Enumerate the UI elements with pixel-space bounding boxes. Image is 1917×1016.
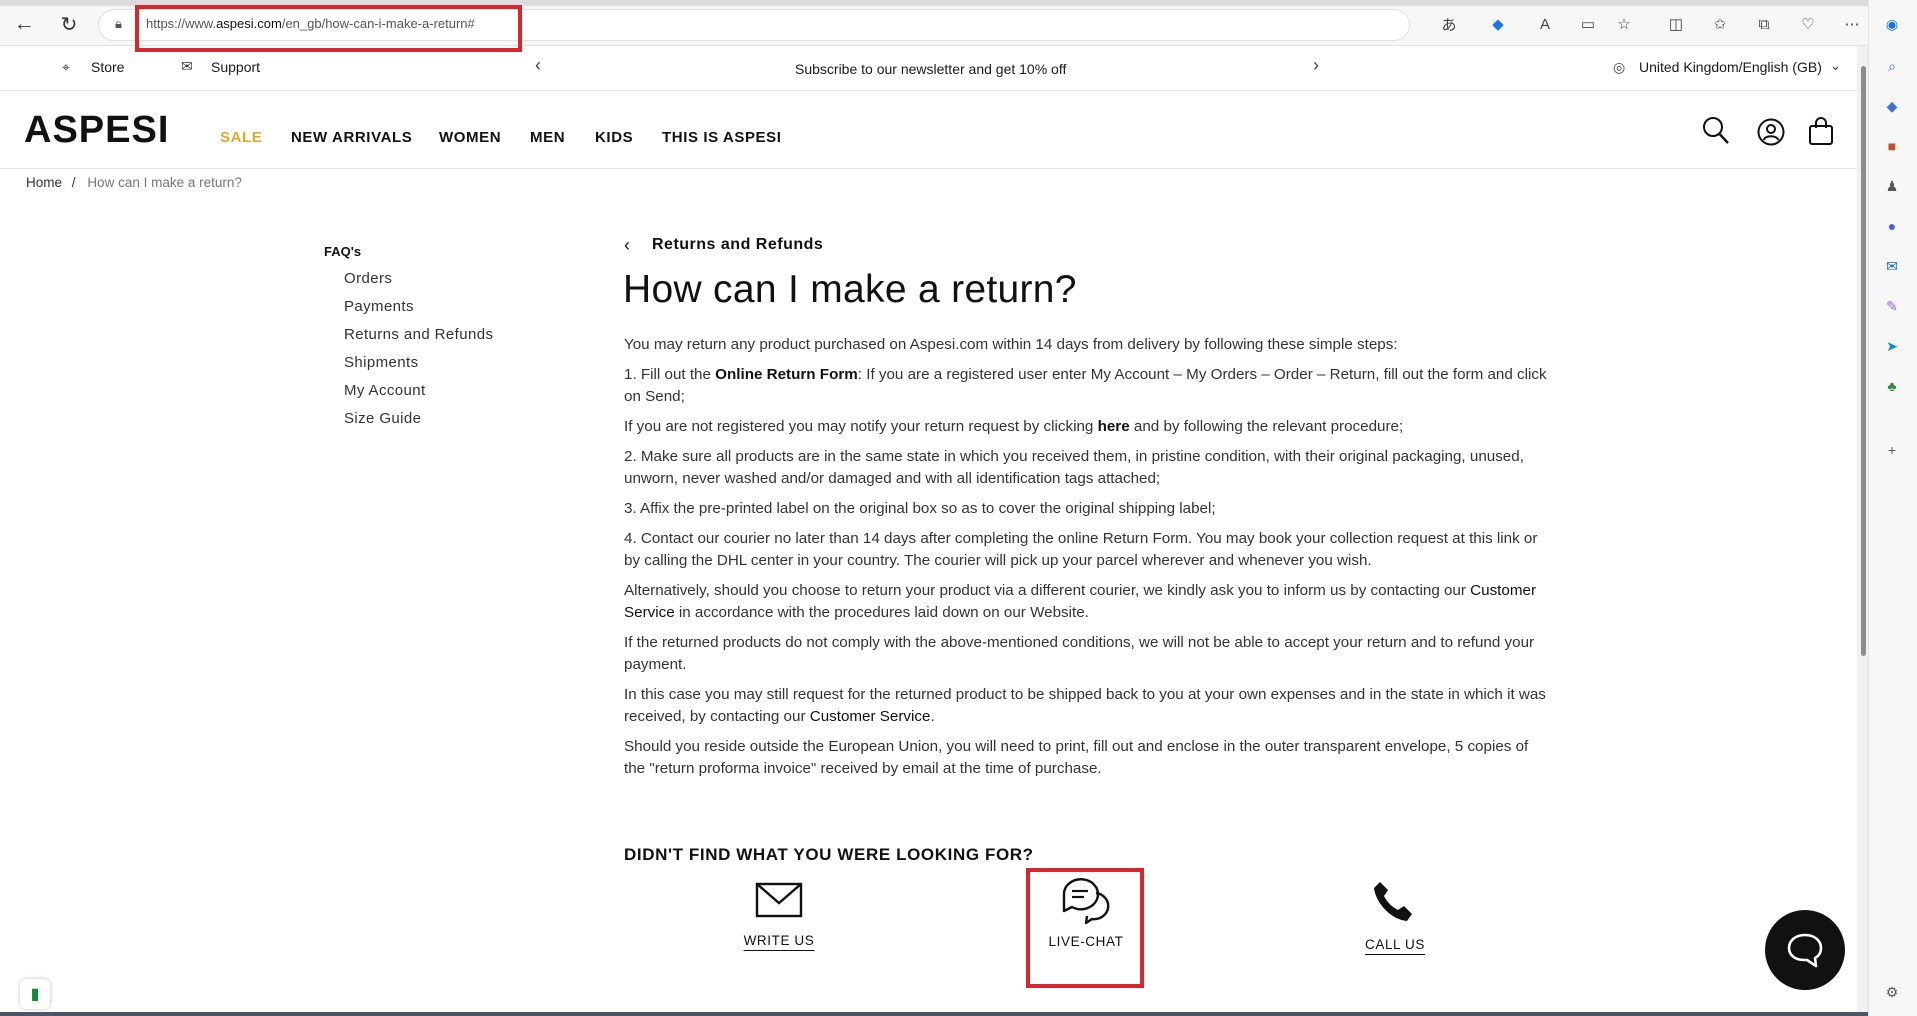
read-aloud-icon[interactable]: A (1535, 14, 1555, 34)
search-sidebar-icon[interactable]: ⌕ (1882, 56, 1902, 76)
send-icon[interactable]: ➤ (1882, 336, 1902, 356)
locale-selector[interactable]: United Kingdom/English (GB) (1639, 59, 1822, 75)
notreg-text-pre: If you are not registered you may notify… (624, 418, 1098, 435)
globe-icon: ◎ (1613, 59, 1626, 75)
chevron-down-icon[interactable]: ⌄ (1830, 58, 1841, 74)
help-title: DIDN'T FIND WHAT YOU WERE LOOKING FOR? (624, 845, 1034, 864)
call-us-button[interactable]: CALL US (1325, 880, 1465, 954)
mail-icon: ✉ (181, 58, 193, 74)
faq-link-orders[interactable]: Orders (344, 270, 392, 287)
ship-back-paragraph: In this case you may still request for t… (624, 684, 1549, 728)
nav-men[interactable]: MEN (530, 129, 565, 146)
not-registered-paragraph: If you are not registered you may notify… (624, 416, 1549, 438)
promo-next-chevron-icon[interactable]: › (1313, 55, 1319, 76)
live-chat-highlight-box (1026, 868, 1144, 988)
breadcrumb: Home / How can I make a return? (26, 175, 242, 190)
refresh-icon[interactable]: ↻ (57, 12, 81, 36)
shopping-bag-icon[interactable] (1808, 116, 1834, 146)
step3-paragraph: 3. Affix the pre-printed label on the or… (624, 500, 1216, 517)
collections-icon[interactable]: ⧉ (1754, 14, 1774, 34)
back-arrow-icon[interactable]: ← (12, 12, 36, 36)
taskbar-edge (0, 1012, 1868, 1016)
reader-view-icon[interactable]: ▭ (1578, 14, 1598, 34)
alt-text-post: in accordance with the procedures laid d… (674, 604, 1089, 621)
phone-icon (1374, 882, 1412, 921)
lock-icon[interactable]: 🔒︎ (115, 16, 122, 32)
shipback-text-pre: In this case you may still request for t… (624, 686, 1546, 725)
here-link[interactable]: here (1098, 418, 1130, 435)
breadcrumb-current: How can I make a return? (87, 175, 242, 190)
more-menu-icon[interactable]: ⋯ (1842, 14, 1862, 34)
user-account-icon[interactable] (1757, 118, 1785, 146)
article-body: You may return any product purchased on … (624, 334, 1549, 788)
step2-paragraph: 2. Make sure all products are in the sam… (624, 448, 1524, 487)
faq-title[interactable]: FAQ's (324, 244, 361, 259)
alt-text-pre: Alternatively, should you choose to retu… (624, 582, 1471, 599)
scrollbar-thumb[interactable] (1861, 66, 1866, 656)
nav-kids[interactable]: KIDS (595, 129, 633, 146)
envelope-icon (755, 882, 803, 918)
online-return-form-link[interactable]: Online Return Form (715, 366, 858, 383)
chat-bubble-icon (1787, 933, 1823, 968)
search-icon[interactable] (1702, 116, 1730, 146)
site-header: ASPESI SALE NEW ARRIVALS WOMEN MEN KIDS … (0, 91, 1857, 169)
games-icon[interactable]: ♟ (1882, 176, 1902, 196)
copilot-icon[interactable]: ◉ (1882, 14, 1902, 34)
designer-icon[interactable]: ✎ (1882, 296, 1902, 316)
promo-text[interactable]: Subscribe to our newsletter and get 10% … (795, 61, 1066, 77)
cookie-settings-icon[interactable]: ▮ (20, 979, 50, 1009)
promo-prev-chevron-icon[interactable]: ‹ (535, 55, 541, 76)
faq-link-payments[interactable]: Payments (344, 298, 414, 315)
browser-essentials-icon[interactable]: ♡ (1798, 14, 1818, 34)
faq-link-shipments[interactable]: Shipments (344, 354, 418, 371)
back-to-returns-link[interactable]: Returns and Refunds (652, 236, 823, 254)
outside-eu-paragraph: Should you reside outside the European U… (624, 738, 1529, 777)
nav-sale[interactable]: SALE (220, 129, 262, 146)
split-screen-icon[interactable]: ◫ (1666, 14, 1686, 34)
favorite-star-icon[interactable]: ☆ (1614, 14, 1634, 34)
notreg-text-post: and by following the relevant procedure; (1129, 418, 1404, 435)
tree-icon[interactable]: ♣ (1882, 376, 1902, 396)
step1-paragraph: 1. Fill out the Online Return Form: If y… (624, 364, 1549, 408)
page-title: How can I make a return? (623, 268, 1077, 311)
location-pin-icon: ⌖ (62, 59, 70, 75)
call-us-label[interactable]: CALL US (1365, 937, 1425, 952)
faq-link-returns-refunds[interactable]: Returns and Refunds (344, 326, 493, 343)
tag-icon[interactable]: ◆ (1882, 96, 1902, 116)
back-chevron-icon[interactable]: ‹ (624, 235, 630, 256)
nav-new-arrivals[interactable]: NEW ARRIVALS (291, 129, 412, 146)
intro-paragraph: You may return any product purchased on … (624, 336, 1398, 353)
url-highlight-box (135, 5, 522, 52)
chat-launcher-button[interactable] (1765, 910, 1845, 990)
aspesi-logo[interactable]: ASPESI (24, 109, 169, 152)
shopping-icon[interactable]: ◆ (1488, 14, 1508, 34)
microsoft365-icon[interactable]: ● (1882, 216, 1902, 236)
toolbox-icon[interactable]: ■ (1882, 136, 1902, 156)
breadcrumb-separator: / (71, 175, 76, 190)
store-link[interactable]: Store (91, 59, 124, 75)
non-comply-paragraph: If the returned products do not comply w… (624, 634, 1535, 673)
add-icon[interactable]: + (1882, 440, 1902, 460)
step1-text-pre: 1. Fill out the (624, 366, 716, 383)
customer-service-link-2[interactable]: Customer Service (810, 708, 931, 725)
favorites-icon[interactable]: ✩ (1710, 14, 1730, 34)
translate-icon[interactable]: あ (1439, 14, 1459, 34)
faq-link-size-guide[interactable]: Size Guide (344, 410, 421, 427)
alternative-courier-paragraph: Alternatively, should you choose to retu… (624, 580, 1549, 624)
settings-gear-icon[interactable]: ⚙ (1882, 982, 1902, 1002)
faq-link-my-account[interactable]: My Account (344, 382, 426, 399)
nav-this-is-aspesi[interactable]: THIS IS ASPESI (662, 129, 782, 146)
nav-women[interactable]: WOMEN (439, 129, 501, 146)
step4-paragraph: 4. Contact our courier no later than 14 … (624, 530, 1538, 569)
breadcrumb-home[interactable]: Home (26, 175, 62, 190)
write-us-label[interactable]: WRITE US (744, 933, 815, 948)
write-us-button[interactable]: WRITE US (709, 880, 849, 950)
support-link[interactable]: Support (211, 59, 260, 75)
outlook-icon[interactable]: ✉ (1882, 256, 1902, 276)
shipback-text-post: . (930, 708, 935, 725)
